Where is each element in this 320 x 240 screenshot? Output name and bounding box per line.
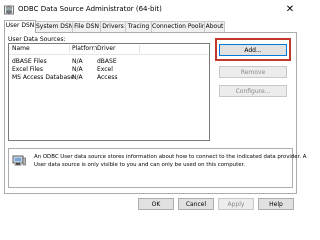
tab-tracing[interactable]: Tracing bbox=[125, 21, 152, 32]
title-bar: ODBC Data Source Administrator (64-bit) … bbox=[0, 0, 300, 20]
info-text-line-1: An ODBC User data source stores informat… bbox=[34, 154, 307, 160]
tab-system-dsn[interactable]: System DSN bbox=[35, 21, 73, 32]
list-header: Name Platform Driver bbox=[9, 44, 209, 55]
tab-about[interactable]: About bbox=[204, 21, 225, 32]
odbc-app-icon bbox=[4, 5, 14, 15]
dsn-platform: N/A bbox=[72, 66, 83, 73]
dsn-name: Excel Files bbox=[12, 66, 43, 73]
info-text-line-2: User data source is only visible to you … bbox=[34, 162, 245, 168]
column-divider[interactable] bbox=[139, 45, 140, 53]
configure-button[interactable]: Configure... bbox=[219, 85, 287, 97]
column-divider[interactable] bbox=[94, 45, 95, 53]
dsn-driver: dBASE bbox=[97, 58, 117, 65]
close-icon[interactable]: ✕ bbox=[284, 4, 296, 16]
dsn-driver: Access bbox=[97, 74, 118, 81]
dsn-platform: N/A bbox=[72, 58, 83, 65]
dsn-name: dBASE Files bbox=[12, 58, 47, 65]
dsn-platform: N/A bbox=[72, 74, 83, 81]
column-header-driver[interactable]: Driver bbox=[97, 44, 115, 54]
tab-file-dsn[interactable]: File DSN bbox=[72, 21, 101, 32]
add-button-highlight bbox=[215, 38, 291, 61]
column-divider[interactable] bbox=[69, 45, 70, 53]
list-item[interactable]: Excel Files N/A Excel bbox=[9, 66, 209, 74]
list-item[interactable]: dBASE Files N/A dBASE bbox=[9, 58, 209, 66]
apply-button[interactable]: Apply bbox=[218, 198, 254, 210]
data-sources-list[interactable]: Name Platform Driver dBASE Files N/A dBA… bbox=[8, 43, 210, 141]
ok-button[interactable]: OK bbox=[138, 198, 174, 210]
window-title: ODBC Data Source Administrator (64-bit) bbox=[18, 5, 162, 13]
dsn-driver: Excel bbox=[97, 66, 113, 73]
tab-connection-pooling[interactable]: Connection Pooling bbox=[151, 21, 210, 32]
help-button[interactable]: Help bbox=[258, 198, 294, 210]
cancel-button[interactable]: Cancel bbox=[178, 198, 214, 210]
computer-network-icon bbox=[12, 155, 26, 166]
column-header-name[interactable]: Name bbox=[12, 44, 30, 54]
remove-button[interactable]: Remove bbox=[219, 66, 287, 78]
tab-user-dsn[interactable]: User DSN bbox=[4, 20, 36, 33]
user-data-sources-label: User Data Sources: bbox=[8, 36, 66, 43]
dsn-name: MS Access Database bbox=[12, 74, 74, 81]
tab-drivers[interactable]: Drivers bbox=[100, 21, 126, 32]
odbc-admin-window: ODBC Data Source Administrator (64-bit) … bbox=[0, 0, 306, 214]
list-item[interactable]: MS Access Database N/A Access bbox=[9, 74, 209, 82]
